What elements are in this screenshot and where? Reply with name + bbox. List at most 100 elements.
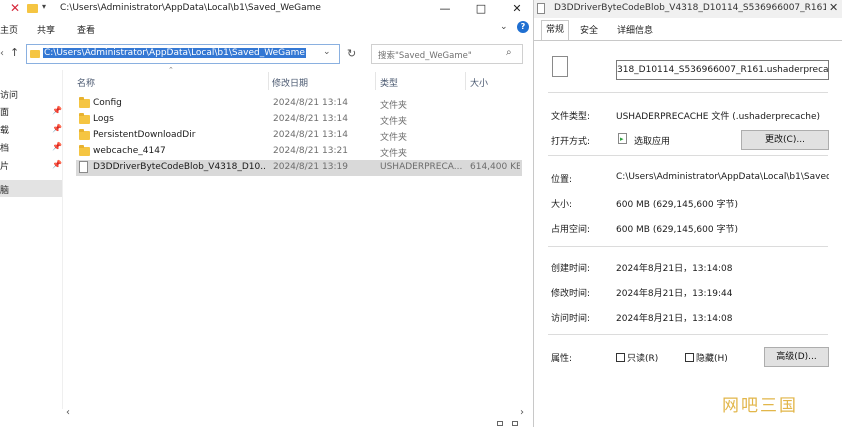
readonly-checkbox[interactable] xyxy=(616,353,625,362)
scroll-right-icon[interactable]: › xyxy=(520,407,524,418)
pin-icon[interactable]: 📌 xyxy=(52,142,62,151)
change-button[interactable]: 更改(C)... xyxy=(741,130,829,150)
table-row[interactable]: Config 2024/8/21 13:14 文件夹 xyxy=(76,96,522,112)
close-red-icon[interactable]: ✕ xyxy=(10,1,20,15)
disk-size-value: 600 MB (629,145,600 字节) xyxy=(616,225,738,235)
column-divider[interactable] xyxy=(465,72,466,90)
open-with-label: 打开方式: xyxy=(551,137,591,147)
file-size: 614,400 KB xyxy=(470,162,520,172)
scroll-left-icon[interactable]: ‹ xyxy=(66,407,70,418)
quick-access-dropdown-icon[interactable]: ▾ xyxy=(42,2,46,11)
refresh-icon[interactable]: ↻ xyxy=(347,47,356,60)
nav-item-this-pc-row[interactable] xyxy=(0,180,62,197)
horizontal-scrollbar[interactable]: ‹ › xyxy=(62,407,532,419)
file-name: D3DDriverByteCodeBlob_V4318_D10... xyxy=(93,162,265,172)
tab-details[interactable]: 详细信息 xyxy=(613,22,657,40)
help-icon[interactable]: ? xyxy=(517,21,529,33)
close-icon[interactable]: ✕ xyxy=(829,1,838,14)
watermark: 网吧三国 xyxy=(722,396,798,416)
nav-item-desktop[interactable]: 面 xyxy=(0,105,9,118)
table-row[interactable]: Logs 2024/8/21 13:14 文件夹 xyxy=(76,112,522,128)
file-type: 文件夹 xyxy=(380,149,408,159)
column-header-date[interactable]: 修改日期 xyxy=(272,76,308,89)
nav-item-quick-access[interactable]: 访问 xyxy=(0,88,18,101)
explorer-window: ✕ ▾ C:\Users\Administrator\AppData\Local… xyxy=(0,0,532,427)
file-type: 文件夹 xyxy=(380,101,408,111)
divider xyxy=(548,334,828,335)
column-header-type[interactable]: 类型 xyxy=(380,76,398,89)
modified-label: 修改时间: xyxy=(551,289,591,299)
tab-security[interactable]: 安全 xyxy=(576,22,602,40)
column-divider[interactable] xyxy=(375,72,376,90)
pin-icon[interactable]: 📌 xyxy=(52,106,62,115)
file-icon xyxy=(537,3,545,14)
back-arrow-icon[interactable]: ‹ xyxy=(0,48,4,59)
table-row-selected[interactable]: D3DDriverByteCodeBlob_V4318_D10... 2024/… xyxy=(76,160,522,176)
file-icon xyxy=(79,161,88,173)
ribbon-tabs: 主页 共享 查看 ⌄ ? xyxy=(0,18,532,40)
pin-icon[interactable]: 📌 xyxy=(52,160,62,169)
filename-input[interactable]: 318_D10114_S536966007_R161.ushaderprecac… xyxy=(616,60,829,80)
divider xyxy=(548,155,828,156)
file-name: Logs xyxy=(93,114,114,124)
nav-item-this-pc[interactable]: 脑 xyxy=(0,183,9,196)
search-icon[interactable]: ⌕ xyxy=(506,47,512,58)
pin-icon[interactable]: 📌 xyxy=(52,124,62,133)
tab-share[interactable]: 共享 xyxy=(37,23,55,36)
column-header-name[interactable]: 名称 xyxy=(77,76,95,89)
advanced-button[interactable]: 高级(D)... xyxy=(764,347,829,367)
address-text[interactable]: C:\Users\Administrator\AppData\Local\b1\… xyxy=(43,48,306,58)
maximize-button[interactable]: □ xyxy=(464,0,498,18)
address-bar[interactable]: C:\Users\Administrator\AppData\Local\b1\… xyxy=(26,44,340,64)
modified-value: 2024年8月21日，13:19:44 xyxy=(616,289,733,299)
accessed-label: 访问时间: xyxy=(551,314,591,324)
up-arrow-icon[interactable]: ↑ xyxy=(10,46,19,59)
minimize-button[interactable]: — xyxy=(428,0,462,18)
file-name: webcache_4147 xyxy=(93,146,166,156)
app-icon: ▸ xyxy=(618,133,627,144)
created-value: 2024年8月21日，13:14:08 xyxy=(616,264,733,274)
location-label: 位置: xyxy=(551,175,573,185)
folder-icon xyxy=(79,97,90,108)
file-type-value: USHADERPRECACHE 文件 (.ushaderprecache) xyxy=(616,112,821,122)
table-row[interactable]: webcache_4147 2024/8/21 13:21 文件夹 xyxy=(76,144,522,160)
file-name: Config xyxy=(93,98,122,108)
properties-body: 318_D10114_S536966007_R161.ushaderprecac… xyxy=(534,40,842,428)
file-name: PersistentDownloadDir xyxy=(93,130,196,140)
size-label: 大小: xyxy=(551,200,573,210)
file-date: 2024/8/21 13:14 xyxy=(273,98,348,108)
column-header-size[interactable]: 大小 xyxy=(470,76,488,89)
divider xyxy=(548,246,828,247)
nav-item-documents[interactable]: 档 xyxy=(0,141,9,154)
hidden-checkbox[interactable] xyxy=(685,353,694,362)
size-value: 600 MB (629,145,600 字节) xyxy=(616,200,738,210)
details-view-icon[interactable] xyxy=(497,421,503,426)
expand-ribbon-icon[interactable]: ⌄ xyxy=(500,22,508,32)
folder-icon xyxy=(79,113,90,124)
readonly-label[interactable]: 只读(R) xyxy=(627,351,658,364)
address-folder-icon xyxy=(30,50,40,58)
large-file-icon xyxy=(552,56,568,77)
hidden-label[interactable]: 隐藏(H) xyxy=(696,351,728,364)
file-date: 2024/8/21 13:14 xyxy=(273,130,348,140)
column-divider[interactable] xyxy=(268,72,269,90)
table-row[interactable]: PersistentDownloadDir 2024/8/21 13:14 文件… xyxy=(76,128,522,144)
properties-titlebar: D3DDriverByteCodeBlob_V4318_D10114_S5369… xyxy=(534,0,842,18)
tab-general[interactable]: 常规 xyxy=(541,20,570,41)
filename-value[interactable]: 318_D10114_S536966007_R161.ushaderprecac… xyxy=(617,65,828,75)
status-bar xyxy=(0,420,532,427)
address-dropdown-icon[interactable]: ⌄ xyxy=(323,47,331,57)
file-type: USHADERPRECA... xyxy=(380,162,463,172)
large-icons-view-icon[interactable] xyxy=(512,421,518,426)
divider xyxy=(548,92,828,93)
disk-size-label: 占用空间: xyxy=(551,225,591,235)
navigation-pane: 访问 面 📌 载 📌 档 📌 片 📌 脑 xyxy=(0,70,62,422)
close-button[interactable]: ✕ xyxy=(500,0,532,18)
explorer-titlebar: ✕ ▾ C:\Users\Administrator\AppData\Local… xyxy=(0,0,532,18)
search-input[interactable]: 搜索"Saved_WeGame" ⌕ xyxy=(371,44,523,64)
location-value: C:\Users\Administrator\AppData\Local\b1\… xyxy=(616,172,829,182)
tab-view[interactable]: 查看 xyxy=(77,23,95,36)
nav-item-pictures[interactable]: 片 xyxy=(0,159,9,172)
nav-item-downloads[interactable]: 载 xyxy=(0,123,9,136)
tab-home[interactable]: 主页 xyxy=(0,23,18,36)
